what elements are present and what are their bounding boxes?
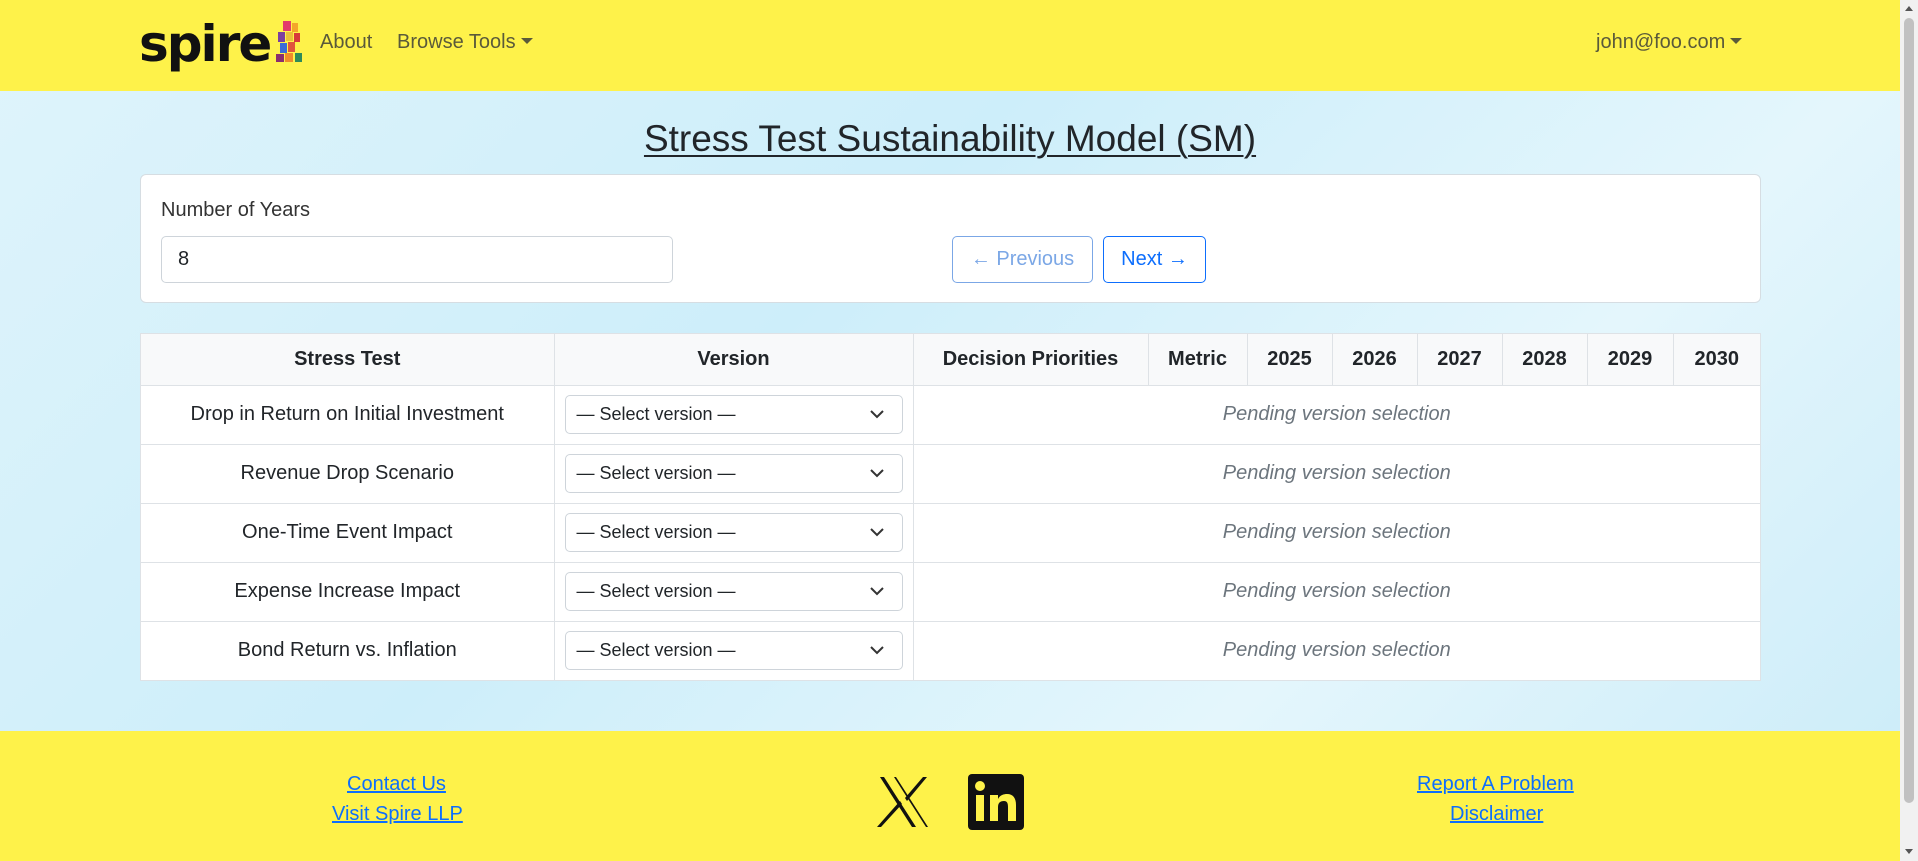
chevron-down-icon <box>869 587 884 596</box>
nav-about-label: About <box>320 31 373 53</box>
chevron-down-icon <box>869 410 884 419</box>
table-row: Bond Return vs. Inflation — Select versi… <box>141 621 1760 680</box>
scroll-up-icon[interactable] <box>1905 6 1913 11</box>
user-email: john@foo.com <box>1596 31 1726 53</box>
vertical-scrollbar[interactable] <box>1900 0 1918 861</box>
years-input[interactable]: 8 <box>161 236 673 283</box>
version-cell: — Select version — <box>554 503 914 563</box>
visit-spire-link[interactable]: Visit Spire LLP <box>332 803 463 826</box>
chevron-down-icon <box>869 469 884 478</box>
header-metric: Metric <box>1148 334 1248 386</box>
footer: Contact Us Visit Spire LLP Report A Prob… <box>0 731 1900 861</box>
next-button[interactable]: Next → <box>1103 236 1206 283</box>
version-select[interactable]: — Select version — <box>564 572 903 611</box>
header-year: 2026 <box>1332 334 1418 386</box>
table-row: Revenue Drop Scenario — Select version —… <box>141 444 1760 504</box>
navbar: spire About Browse Tools john@foo.com <box>0 0 1900 91</box>
header-stress-test: Stress Test <box>141 334 555 386</box>
version-select-value: — Select version — <box>576 640 736 661</box>
header-decision-priorities: Decision Priorities <box>913 334 1149 386</box>
page: spire About Browse Tools john@foo.com St… <box>0 0 1900 861</box>
version-cell: — Select version — <box>554 562 914 622</box>
table-row: One-Time Event Impact — Select version —… <box>141 503 1760 563</box>
stress-test-name: One-Time Event Impact <box>141 503 555 563</box>
version-select[interactable]: — Select version — <box>564 454 903 493</box>
stress-test-name: Revenue Drop Scenario <box>141 444 555 504</box>
brand-logo[interactable]: spire <box>139 16 304 72</box>
table-header-row: Stress Test Version Decision Priorities … <box>141 334 1760 386</box>
chevron-down-icon <box>869 646 884 655</box>
stress-test-name: Bond Return vs. Inflation <box>141 621 555 680</box>
table-row: Expense Increase Impact — Select version… <box>141 562 1760 622</box>
header-version: Version <box>554 334 914 386</box>
header-year: 2028 <box>1502 334 1588 386</box>
pending-status: Pending version selection <box>1222 639 1451 662</box>
pending-status: Pending version selection <box>913 385 1760 445</box>
disclaimer-link[interactable]: Disclaimer <box>1450 803 1543 826</box>
report-problem-link[interactable]: Report A Problem <box>1417 773 1574 796</box>
header-year: 2025 <box>1247 334 1333 386</box>
nav-browse-tools-label: Browse Tools <box>397 31 516 53</box>
chevron-down-icon <box>869 528 884 537</box>
contact-us-link[interactable]: Contact Us <box>347 773 446 796</box>
version-select-value: — Select version — <box>576 581 736 601</box>
stress-test-name: Expense Increase Impact <box>141 562 555 622</box>
nav-browse-tools[interactable]: Browse Tools <box>397 31 533 54</box>
header-year: 2030 <box>1673 334 1760 386</box>
version-select[interactable]: — Select version — <box>564 631 903 671</box>
pending-status: Pending version selection <box>913 562 1760 622</box>
header-year: 2027 <box>1417 334 1503 386</box>
spire-logo-icon <box>276 21 303 62</box>
version-select-value: — Select version — <box>576 463 736 483</box>
pending-status: Pending version selection <box>913 444 1760 504</box>
page-title: Stress Test Sustainability Model (SM) <box>643 118 1257 159</box>
user-menu[interactable]: john@foo.com <box>1596 31 1743 54</box>
scroll-down-icon[interactable] <box>1905 849 1913 854</box>
version-cell: — Select version — <box>554 385 914 445</box>
stress-test-name: Drop in Return on Initial Investment <box>141 385 555 445</box>
version-select[interactable]: — Select version — <box>564 513 903 552</box>
years-card: Number of Years 8 ← Previous Next → <box>140 174 1761 303</box>
nav-about[interactable]: About <box>320 31 372 54</box>
pending-status: Pending version selection <box>913 503 1760 563</box>
scrollbar-thumb[interactable] <box>1904 18 1914 803</box>
previous-button[interactable]: ← Previous <box>952 236 1093 283</box>
brand-text: spire <box>139 15 272 73</box>
header-year: 2029 <box>1587 334 1674 386</box>
caret-down-icon <box>1730 37 1743 44</box>
caret-down-icon <box>520 37 533 44</box>
years-label: Number of Years <box>161 199 310 221</box>
x-icon[interactable] <box>876 774 932 830</box>
stress-test-table: Stress Test Version Decision Priorities … <box>140 333 1761 681</box>
version-select-value: — Select version — <box>576 522 736 542</box>
linkedin-icon[interactable] <box>968 774 1024 830</box>
version-select-value: — Select version — <box>576 404 736 424</box>
version-cell: — Select version — <box>554 444 914 504</box>
table-row: Drop in Return on Initial Investment — S… <box>141 385 1760 445</box>
version-select[interactable]: — Select version — <box>564 395 903 434</box>
version-cell: — Select version — <box>554 621 914 680</box>
